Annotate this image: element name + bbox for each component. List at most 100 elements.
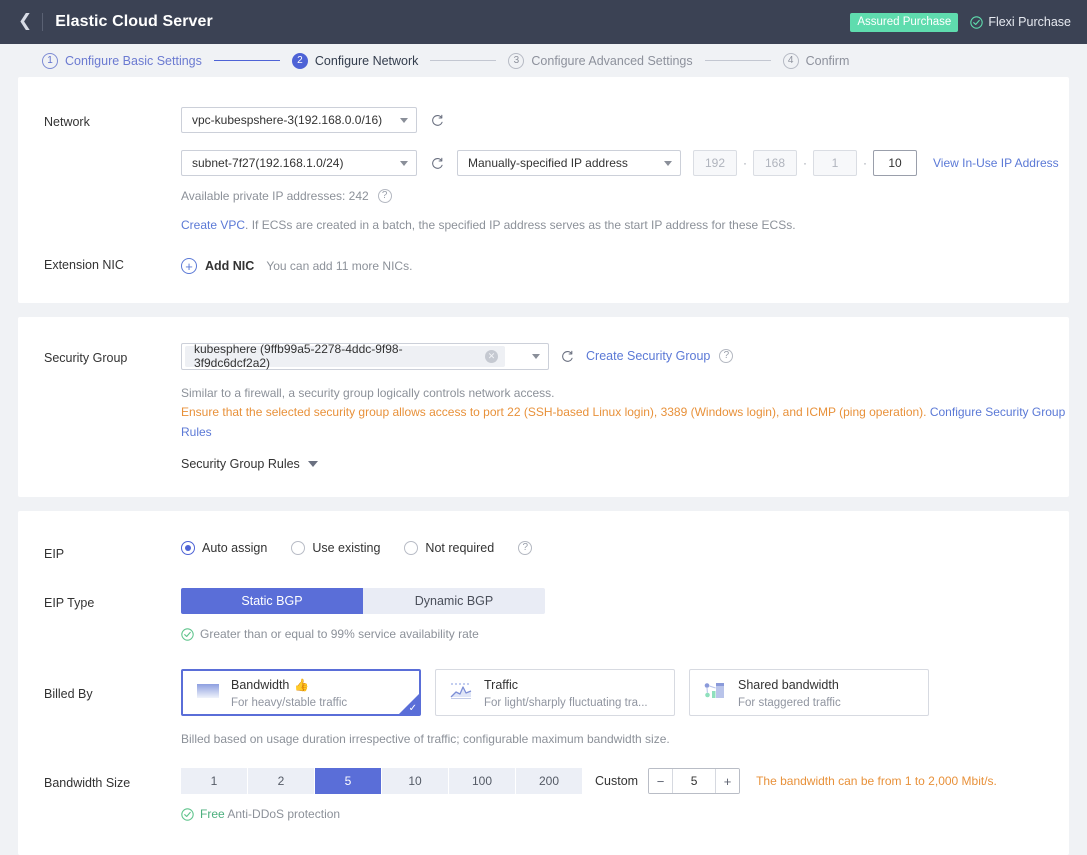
anti-ddos-note: Anti-DDoS protection (225, 807, 340, 821)
security-group-desc-line1: Similar to a firewall, a security group … (181, 384, 1069, 404)
ip-octet-group: 192 · 168 · 1 · 10 (693, 150, 917, 176)
chevron-down-icon (400, 118, 408, 123)
bandwidth-range-warning: The bandwidth can be from 1 to 2,000 Mbi… (756, 774, 997, 788)
availability-note-row: Greater than or equal to 99% service ava… (181, 627, 1069, 641)
anti-ddos-text: Free Anti-DDoS protection (200, 807, 340, 821)
chevron-down-icon (664, 161, 672, 166)
bandwidth-option-1[interactable]: 1 (181, 768, 248, 794)
network-row-body: vpc-kubespshere-3(192.168.0.0/16) subnet… (181, 107, 1069, 232)
question-mark-icon[interactable]: ? (378, 189, 392, 203)
create-vpc-link[interactable]: Create VPC (181, 218, 245, 232)
assured-purchase-badge[interactable]: Assured Purchase (850, 13, 958, 32)
security-group-description: Similar to a firewall, a security group … (181, 384, 1069, 443)
subnet-select[interactable]: subnet-7f27(192.168.1.0/24) (181, 150, 417, 176)
eip-type-static-bgp[interactable]: Static BGP (181, 588, 363, 614)
flexi-purchase-button[interactable]: Flexi Purchase (970, 15, 1071, 29)
billed-by-card-traffic[interactable]: Traffic For light/sharply fluctuating tr… (435, 669, 675, 716)
check-circle-icon (181, 628, 194, 641)
eip-option-1-label: Use existing (312, 541, 380, 555)
create-security-group-link[interactable]: Create Security Group (586, 349, 710, 363)
ip-mode-value: Manually-specified IP address (468, 156, 654, 170)
eip-option-auto-assign[interactable]: Auto assign (181, 541, 267, 555)
step-4-label: Confirm (806, 54, 850, 68)
security-group-select[interactable]: kubesphere (9ffb99a5-2278-4ddc-9f98-3f9d… (181, 343, 549, 370)
step-connector-3 (705, 60, 771, 61)
custom-bandwidth-label: Custom (595, 774, 638, 788)
refresh-subnet-icon[interactable] (427, 150, 447, 176)
vpc-select[interactable]: vpc-kubespshere-3(192.168.0.0/16) (181, 107, 417, 133)
security-group-rules-toggle[interactable]: Security Group Rules (181, 457, 318, 471)
radio-not-required[interactable] (404, 541, 418, 555)
anti-ddos-row: Free Anti-DDoS protection (181, 807, 1069, 821)
ip-octet-3: 1 (813, 150, 857, 176)
step-3-number: 3 (508, 53, 524, 69)
refresh-vpc-icon[interactable] (427, 107, 447, 133)
ip-mode-select[interactable]: Manually-specified IP address (457, 150, 681, 176)
octet-separator: · (737, 156, 753, 170)
step-2-label: Configure Network (315, 54, 419, 68)
create-vpc-note-text: . If ECSs are created in a batch, the sp… (245, 218, 796, 232)
octet-separator: · (797, 156, 813, 170)
radio-auto-assign[interactable] (181, 541, 195, 555)
topbar-divider (42, 13, 43, 31)
step-configure-advanced-settings[interactable]: 3 Configure Advanced Settings (508, 53, 692, 69)
octet-separator: · (857, 156, 873, 170)
billed-by-card-bandwidth[interactable]: Bandwidth 👍 For heavy/stable traffic ✓ (181, 669, 421, 716)
billed-by-card-2-title-row: Shared bandwidth (738, 677, 841, 693)
billed-by-card-2-title: Shared bandwidth (738, 677, 839, 693)
view-in-use-ip-link[interactable]: View In-Use IP Address (933, 156, 1059, 170)
step-configure-basic-settings[interactable]: 1 Configure Basic Settings (42, 53, 202, 69)
radio-use-existing[interactable] (291, 541, 305, 555)
eip-card: EIP Auto assign Use existing Not require… (18, 511, 1069, 855)
custom-bandwidth-input[interactable]: 5 (673, 769, 715, 793)
security-group-chip: kubesphere (9ffb99a5-2278-4ddc-9f98-3f9d… (185, 346, 505, 367)
network-card: Network vpc-kubespshere-3(192.168.0.0/16… (18, 77, 1069, 303)
bandwidth-option-100[interactable]: 100 (449, 768, 516, 794)
bandwidth-option-5[interactable]: 5 (315, 768, 382, 794)
step-1-number: 1 (42, 53, 58, 69)
plus-icon[interactable]: + (715, 769, 739, 793)
eip-type-body: Static BGP Dynamic BGP Greater than or e… (181, 588, 1069, 641)
security-group-warning-text: Ensure that the selected security group … (181, 405, 930, 419)
flexi-purchase-label: Flexi Purchase (988, 15, 1071, 29)
security-group-label: Security Group (44, 343, 181, 368)
question-mark-icon[interactable]: ? (719, 349, 733, 363)
add-nic-hint: You can add 11 more NICs. (266, 259, 412, 273)
step-1-label: Configure Basic Settings (65, 54, 202, 68)
question-mark-icon[interactable]: ? (518, 541, 532, 555)
billed-by-card-shared-bandwidth[interactable]: Shared bandwidth For staggered traffic (689, 669, 929, 716)
step-2-number: 2 (292, 53, 308, 69)
bandwidth-option-2[interactable]: 2 (248, 768, 315, 794)
chevron-down-icon (532, 354, 540, 359)
security-group-body: kubesphere (9ffb99a5-2278-4ddc-9f98-3f9d… (181, 343, 1069, 471)
bandwidth-option-10[interactable]: 10 (382, 768, 449, 794)
ip-octet-4-input[interactable]: 10 (873, 150, 917, 176)
extension-nic-body: + Add NIC You can add 11 more NICs. (181, 256, 1069, 274)
back-chevron-icon[interactable]: ❮ (16, 13, 38, 32)
eip-type-dynamic-bgp[interactable]: Dynamic BGP (363, 588, 545, 614)
billed-by-card-2-subtitle: For staggered traffic (738, 697, 841, 709)
security-group-control-line: kubesphere (9ffb99a5-2278-4ddc-9f98-3f9d… (181, 343, 1069, 370)
step-connector-1 (214, 60, 280, 61)
security-group-chip-label: kubesphere (9ffb99a5-2278-4ddc-9f98-3f9d… (194, 342, 477, 370)
security-group-row: Security Group kubesphere (9ffb99a5-2278… (18, 343, 1069, 471)
minus-icon[interactable]: − (649, 769, 673, 793)
close-circle-icon[interactable]: ✕ (485, 350, 498, 363)
security-group-actions: Create Security Group ? (557, 343, 733, 369)
extension-nic-row: Extension NIC + Add NIC You can add 11 m… (18, 256, 1069, 275)
security-group-card: Security Group kubesphere (9ffb99a5-2278… (18, 317, 1069, 497)
eip-label: EIP (44, 539, 181, 564)
bandwidth-option-200[interactable]: 200 (516, 768, 583, 794)
eip-option-not-required[interactable]: Not required (404, 541, 494, 555)
add-nic-button[interactable]: Add NIC (205, 259, 254, 273)
eip-option-use-existing[interactable]: Use existing (291, 541, 380, 555)
eip-option-2-label: Not required (425, 541, 494, 555)
refresh-security-group-icon[interactable] (557, 343, 577, 369)
billed-by-note: Billed based on usage duration irrespect… (181, 732, 1069, 746)
plus-circle-icon[interactable]: + (181, 258, 197, 274)
ip-octet-1: 192 (693, 150, 737, 176)
billed-by-card-bandwidth-text: Bandwidth 👍 For heavy/stable traffic (231, 677, 347, 708)
step-configure-network[interactable]: 2 Configure Network (292, 53, 419, 69)
step-confirm[interactable]: 4 Confirm (783, 53, 850, 69)
step-connector-2 (430, 60, 496, 61)
